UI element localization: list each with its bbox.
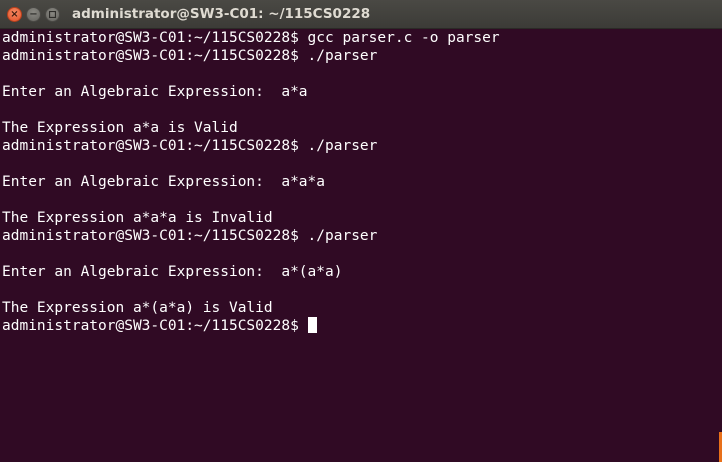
terminal-line: The Expression a*a*a is Invalid: [2, 210, 273, 226]
terminal-line: Enter an Algebraic Expression: a*a: [2, 84, 308, 100]
terminal-line: The Expression a*a is Valid: [2, 120, 238, 136]
terminal-line: Enter an Algebraic Expression: a*(a*a): [2, 264, 343, 280]
terminal-line: administrator@SW3-C01:~/115CS0228$ ./par…: [2, 228, 378, 244]
terminal-line: The Expression a*(a*a) is Valid: [2, 300, 273, 316]
terminal-line: Enter an Algebraic Expression: a*a*a: [2, 174, 326, 190]
minimize-icon[interactable]: −: [26, 7, 41, 22]
window-title: administrator@SW3-C01: ~/115CS0228: [72, 6, 371, 22]
maximize-icon[interactable]: [45, 7, 60, 22]
terminal-line: administrator@SW3-C01:~/115CS0228$ ./par…: [2, 138, 378, 154]
terminal-line: administrator@SW3-C01:~/115CS0228$ gcc p…: [2, 30, 500, 46]
close-icon[interactable]: ×: [7, 7, 22, 22]
terminal-window: × − administrator@SW3-C01: ~/115CS0228 a…: [0, 0, 722, 462]
terminal-output[interactable]: administrator@SW3-C01:~/115CS0228$ gcc p…: [0, 29, 722, 462]
terminal-line: administrator@SW3-C01:~/115CS0228$ ./par…: [2, 48, 378, 64]
prompt-line[interactable]: administrator@SW3-C01:~/115CS0228$: [2, 317, 722, 335]
text-cursor: [307, 317, 317, 333]
title-bar[interactable]: × − administrator@SW3-C01: ~/115CS0228: [0, 0, 722, 29]
shell-prompt: administrator@SW3-C01:~/115CS0228$: [2, 318, 299, 334]
